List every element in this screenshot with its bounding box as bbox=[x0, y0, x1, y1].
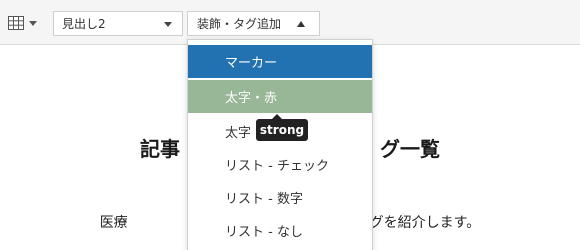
article-body-left: 医療 bbox=[99, 215, 128, 231]
dropdown-item-label: リスト - なし bbox=[225, 225, 303, 240]
dropdown-item-label: 太字・赤 bbox=[225, 91, 278, 106]
dropdown-item-list-check[interactable]: リスト - チェック bbox=[188, 148, 372, 181]
article-title-right: グ一覧 bbox=[380, 137, 440, 161]
table-grid-icon bbox=[8, 16, 24, 30]
heading-level-select[interactable]: 見出し2 bbox=[53, 11, 183, 36]
decoration-tag-select[interactable]: 装飾・タグ追加 bbox=[187, 11, 320, 36]
tooltip-text: strong bbox=[259, 123, 305, 137]
dropdown-item-list-number[interactable]: リスト - 数字 bbox=[188, 181, 372, 214]
dropdown-item-bold-red[interactable]: 太字・赤 bbox=[188, 80, 372, 113]
dropdown-item-label: マーカー bbox=[225, 56, 278, 71]
heading-level-value: 見出し2 bbox=[62, 17, 106, 31]
dropdown-item-marker[interactable]: マーカー bbox=[188, 45, 372, 78]
dropdown-item-label: リスト - チェック bbox=[225, 159, 329, 174]
article-title-left: 記事 bbox=[140, 137, 180, 161]
dropdown-item-label: リスト - 数字 bbox=[225, 192, 303, 207]
decoration-dropdown-menu: マーカー 太字・赤 太字 リスト - チェック リスト - 数字 リスト - な… bbox=[187, 39, 373, 250]
chevron-up-icon bbox=[297, 21, 305, 27]
table-insert-button[interactable] bbox=[8, 11, 44, 35]
tooltip: strong bbox=[256, 114, 308, 141]
decoration-tag-value: 装飾・タグ追加 bbox=[197, 17, 282, 31]
dropdown-item-list-none[interactable]: リスト - なし bbox=[188, 214, 372, 247]
chevron-down-icon bbox=[29, 20, 37, 26]
dropdown-item-label: 太字 bbox=[225, 126, 252, 141]
chevron-down-icon bbox=[164, 22, 172, 27]
